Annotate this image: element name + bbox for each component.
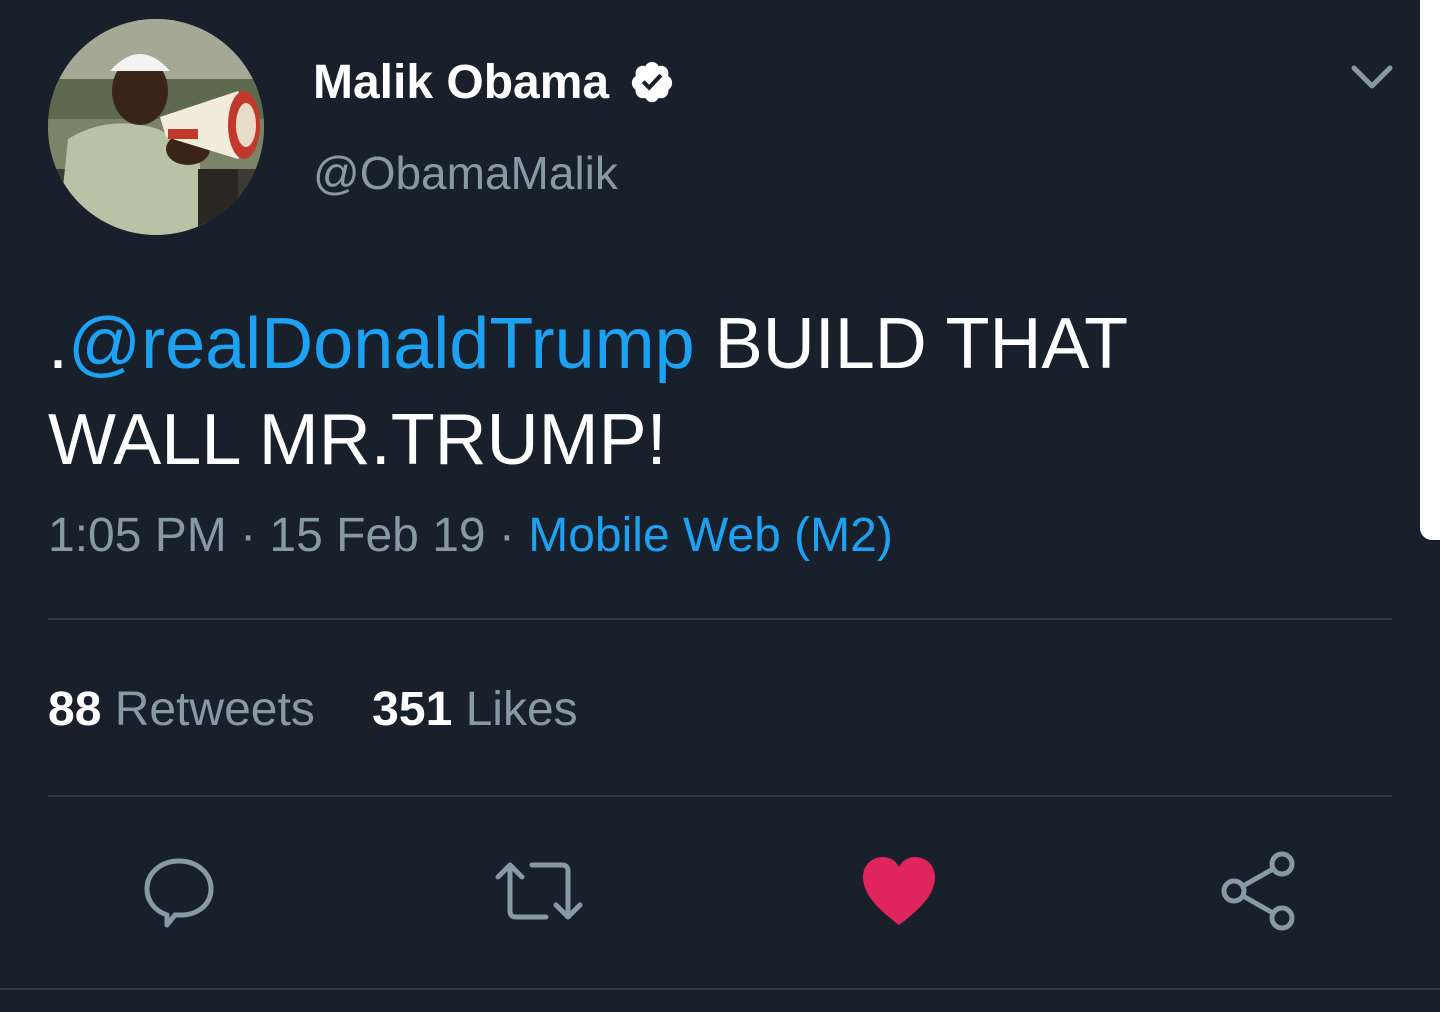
divider [48, 618, 1392, 620]
share-icon [1216, 848, 1302, 939]
retweets-count: 88 [48, 683, 102, 736]
tweet-detail-page: Malik Obama @ObamaMalik .@realDonaldTrum… [0, 0, 1440, 1012]
divider [0, 988, 1440, 990]
avatar-photo [48, 19, 264, 235]
reply-icon [139, 851, 219, 936]
retweet-icon [494, 851, 584, 936]
likes-count: 351 [372, 683, 453, 736]
mention-link[interactable]: @realDonaldTrump [68, 304, 695, 384]
likes-label: Likes [465, 683, 578, 736]
tweet-date: 15 Feb 19 [269, 509, 486, 562]
tweet-stats: 88 Retweets 351 Likes [48, 682, 622, 737]
user-handle[interactable]: @ObamaMalik [313, 146, 618, 200]
chevron-down-icon[interactable] [1348, 60, 1396, 96]
verified-badge-icon [629, 59, 675, 105]
meta-separator: · [226, 509, 270, 562]
share-button[interactable] [1216, 850, 1302, 936]
tweet-prefix: . [48, 304, 69, 384]
like-button[interactable] [856, 850, 942, 936]
tweet-text-line1: BUILD THAT [694, 304, 1129, 384]
heart-icon [859, 855, 939, 932]
tweet-meta: 1:05 PM · 15 Feb 19 · Mobile Web (M2) [48, 508, 893, 563]
tweet-source-link[interactable]: Mobile Web (M2) [528, 509, 893, 562]
retweet-button[interactable] [494, 850, 584, 936]
retweets-stat[interactable]: 88 Retweets [48, 682, 315, 737]
likes-stat[interactable]: 351 Likes [372, 682, 578, 737]
user-name-row[interactable]: Malik Obama [313, 52, 675, 112]
display-name[interactable]: Malik Obama [313, 55, 609, 110]
tweet-time: 1:05 PM [48, 509, 227, 562]
tweet-text-line2: WALL MR.TRUMP! [48, 400, 667, 480]
avatar[interactable] [48, 19, 264, 235]
reply-button[interactable] [136, 850, 222, 936]
tweet-text: .@realDonaldTrump BUILD THAT WALL MR.TRU… [48, 296, 1388, 488]
retweets-label: Retweets [114, 683, 315, 736]
divider [48, 795, 1392, 797]
scrollbar[interactable] [1420, 0, 1440, 540]
meta-separator: · [485, 509, 529, 562]
